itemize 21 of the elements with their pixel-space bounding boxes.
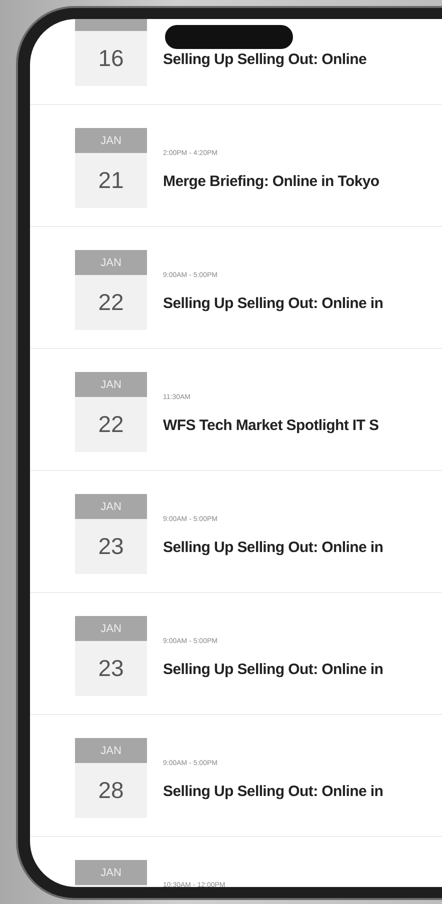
event-month: JAN bbox=[75, 372, 147, 397]
event-day: 16 bbox=[75, 31, 147, 86]
event-day: 23 bbox=[75, 641, 147, 696]
event-title[interactable]: Selling Up Selling Out: Online bbox=[163, 51, 367, 68]
event-day: 22 bbox=[75, 275, 147, 330]
event-month: JAN bbox=[75, 250, 147, 275]
event-day: 23 bbox=[75, 519, 147, 574]
event-day: 28 bbox=[75, 763, 147, 818]
event-title[interactable]: Selling Up Selling Out: Online in bbox=[163, 539, 384, 556]
event-title[interactable]: Selling Up Selling Out: Online in bbox=[163, 295, 384, 312]
event-day: 22 bbox=[75, 397, 147, 452]
event-title[interactable]: Merge Briefing: Online in Tokyo bbox=[163, 173, 380, 190]
event-month: JAN bbox=[75, 128, 147, 153]
event-month: JAN bbox=[75, 738, 147, 763]
event-title[interactable]: Selling Up Selling Out: Online in bbox=[163, 783, 384, 800]
event-day: 21 bbox=[75, 153, 147, 208]
event-month: JAN bbox=[75, 494, 147, 519]
event-month: JAN bbox=[75, 616, 147, 641]
event-title[interactable]: WFS Tech Market Spotlight IT S bbox=[163, 417, 379, 434]
event-month: JAN bbox=[75, 860, 147, 885]
event-title[interactable]: Selling Up Selling Out: Online in bbox=[163, 661, 384, 678]
